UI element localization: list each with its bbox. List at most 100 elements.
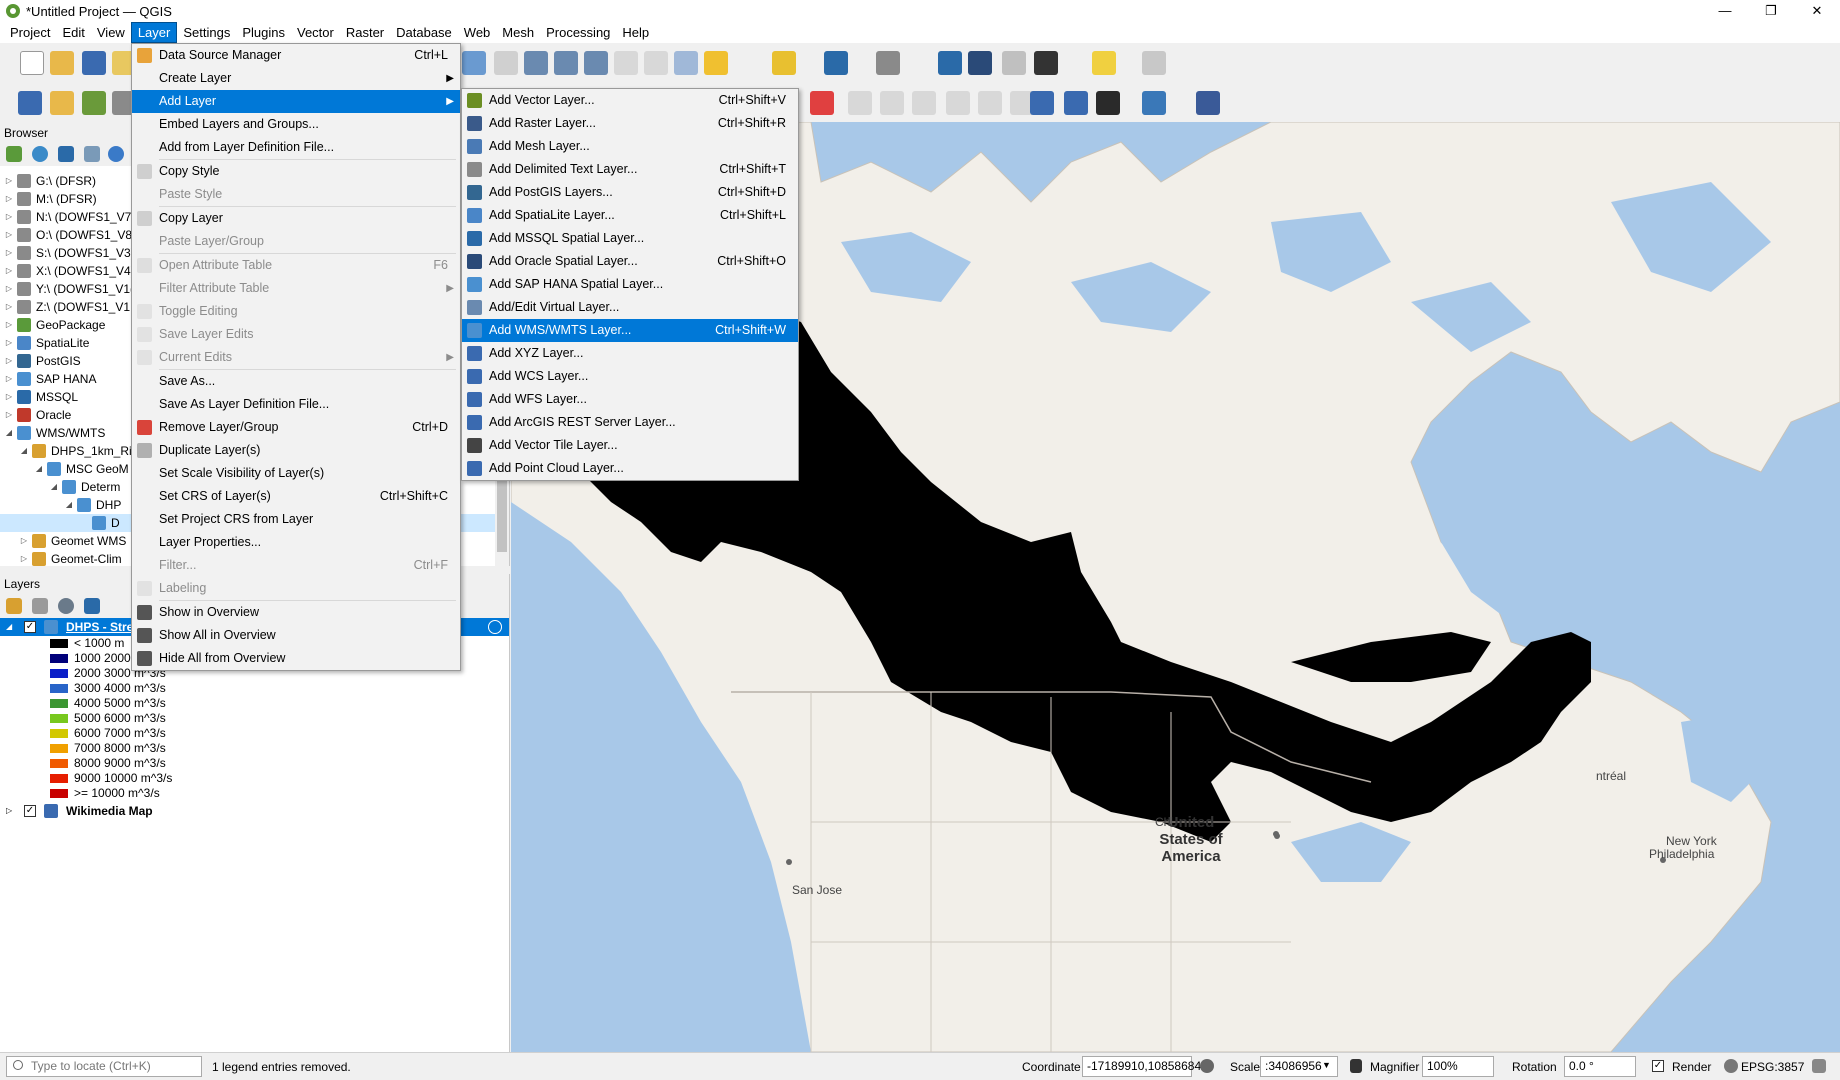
menu-vector[interactable]: Vector	[291, 23, 340, 42]
collapsed-arrow-icon[interactable]: ▷	[4, 280, 14, 298]
layer-visibility-checkbox[interactable]: ✓	[24, 621, 36, 633]
menu-edit[interactable]: Edit	[56, 23, 90, 42]
expanded-arrow-icon[interactable]: ◢	[4, 424, 14, 442]
menu-item-save-as-layer-definition-file[interactable]: Save As Layer Definition File...	[132, 393, 460, 416]
add-group-icon[interactable]	[32, 598, 48, 614]
collapsed-arrow-icon[interactable]: ▷	[4, 352, 14, 370]
menu-view[interactable]: View	[91, 23, 131, 42]
magnifier-field[interactable]: 100%	[1422, 1056, 1494, 1077]
measure-icon[interactable]	[1092, 51, 1116, 75]
digitize-icon[interactable]	[82, 91, 106, 115]
expanded-arrow-icon[interactable]: ◢	[19, 442, 29, 460]
collapse-all-icon[interactable]	[84, 146, 100, 162]
new-project-icon[interactable]	[20, 51, 44, 75]
deselect-icon[interactable]	[824, 51, 848, 75]
metasearch-icon[interactable]	[1096, 91, 1120, 115]
python-icon[interactable]	[1142, 91, 1166, 115]
locator-search[interactable]: Type to locate (Ctrl+K)	[6, 1056, 202, 1077]
collapsed-arrow-icon[interactable]: ▷	[19, 550, 29, 568]
submenu-item-add-wcs-layer[interactable]: Add WCS Layer...	[462, 365, 798, 388]
identify-icon[interactable]	[938, 51, 962, 75]
menu-plugins[interactable]: Plugins	[236, 23, 291, 42]
menu-item-layer-properties[interactable]: Layer Properties...	[132, 531, 460, 554]
coordinate-toggle-icon[interactable]	[1200, 1059, 1214, 1073]
menu-item-data-source-manager[interactable]: Data Source Manager Ctrl+L	[132, 44, 460, 67]
submenu-item-add-mesh-layer[interactable]: Add Mesh Layer...	[462, 135, 798, 158]
expanded-arrow-icon[interactable]: ◢	[34, 460, 44, 478]
filter-icon[interactable]	[58, 146, 74, 162]
menu-item-copy-style[interactable]: Copy Style	[132, 160, 460, 183]
collapsed-arrow-icon[interactable]: ▷	[4, 244, 14, 262]
refresh-icon[interactable]	[704, 51, 728, 75]
menu-web[interactable]: Web	[458, 23, 497, 42]
menu-item-copy-layer[interactable]: Copy Layer	[132, 207, 460, 230]
zoom-full-icon[interactable]	[494, 51, 518, 75]
label-move-icon[interactable]	[912, 91, 936, 115]
close-button[interactable]: ✕	[1794, 0, 1840, 22]
menu-item-set-scale-visibility-of-layer-s[interactable]: Set Scale Visibility of Layer(s)	[132, 462, 460, 485]
submenu-item-add-raster-layer[interactable]: Add Raster Layer... Ctrl+Shift+R	[462, 112, 798, 135]
menu-settings[interactable]: Settings	[177, 23, 236, 42]
collapsed-arrow-icon[interactable]: ▷	[4, 172, 14, 190]
menu-item-add-layer[interactable]: Add Layer ▶	[132, 90, 460, 113]
menu-item-remove-layer-group[interactable]: Remove Layer/Group Ctrl+D	[132, 416, 460, 439]
attribute-table-icon[interactable]	[968, 51, 992, 75]
temporal-clock-icon[interactable]	[488, 620, 502, 634]
collapsed-arrow-icon[interactable]: ▷	[4, 370, 14, 388]
eye-icon[interactable]	[58, 598, 74, 614]
zoom-layer-icon[interactable]	[584, 51, 608, 75]
info-icon[interactable]	[108, 146, 124, 162]
data-source-manager-icon[interactable]	[18, 91, 42, 115]
maximize-button[interactable]: ❐	[1748, 0, 1794, 22]
submenu-item-add-wfs-layer[interactable]: Add WFS Layer...	[462, 388, 798, 411]
pan-icon[interactable]	[462, 51, 486, 75]
submenu-item-add-xyz-layer[interactable]: Add XYZ Layer...	[462, 342, 798, 365]
collapsed-arrow-icon[interactable]: ▷	[6, 802, 12, 820]
label-pin-icon[interactable]	[848, 91, 872, 115]
messages-icon[interactable]	[1812, 1059, 1826, 1073]
menu-mesh[interactable]: Mesh	[496, 23, 540, 42]
menu-item-show-all-in-overview[interactable]: Show All in Overview	[132, 624, 460, 647]
menu-project[interactable]: Project	[4, 23, 56, 42]
bookmark-icon[interactable]	[614, 51, 638, 75]
menu-layer[interactable]: Layer	[130, 22, 178, 43]
submenu-item-add-vector-tile-layer[interactable]: Add Vector Tile Layer...	[462, 434, 798, 457]
menu-help[interactable]: Help	[616, 23, 655, 42]
submenu-item-add-spatialite-layer[interactable]: Add SpatiaLite Layer... Ctrl+Shift+L	[462, 204, 798, 227]
annotation-icon[interactable]	[1142, 51, 1166, 75]
time-icon[interactable]	[674, 51, 698, 75]
collapsed-arrow-icon[interactable]: ▷	[4, 208, 14, 226]
submenu-item-add-mssql-spatial-layer[interactable]: Add MSSQL Spatial Layer...	[462, 227, 798, 250]
scale-dropdown-icon[interactable]: ▼	[1322, 1060, 1331, 1070]
collapsed-arrow-icon[interactable]: ▷	[4, 298, 14, 316]
submenu-item-add-point-cloud-layer[interactable]: Add Point Cloud Layer...	[462, 457, 798, 480]
select-value-icon[interactable]	[876, 51, 900, 75]
help-icon[interactable]	[1196, 91, 1220, 115]
label-change-icon[interactable]	[978, 91, 1002, 115]
collapsed-arrow-icon[interactable]: ▷	[4, 262, 14, 280]
collapsed-arrow-icon[interactable]: ▷	[4, 406, 14, 424]
menu-processing[interactable]: Processing	[540, 23, 616, 42]
menu-item-embed-layers-and-groups[interactable]: Embed Layers and Groups...	[132, 113, 460, 136]
coordinate-field[interactable]: -17189910,10858684	[1082, 1056, 1201, 1077]
crs-label[interactable]: EPSG:3857	[1741, 1060, 1804, 1074]
menu-item-save-as[interactable]: Save As...	[132, 370, 460, 393]
menu-item-create-layer[interactable]: Create Layer ▶	[132, 67, 460, 90]
collapsed-arrow-icon[interactable]: ▷	[19, 532, 29, 550]
submenu-item-add-wms-wmts-layer[interactable]: Add WMS/WMTS Layer... Ctrl+Shift+W	[462, 319, 798, 342]
render-checkbox[interactable]: ✓	[1652, 1060, 1664, 1072]
submenu-item-add-vector-layer[interactable]: Add Vector Layer... Ctrl+Shift+V	[462, 89, 798, 112]
zoom-in-icon[interactable]	[524, 51, 548, 75]
submenu-item-add-arcgis-rest-server-layer[interactable]: Add ArcGIS REST Server Layer...	[462, 411, 798, 434]
open-project-icon[interactable]	[50, 51, 74, 75]
label-show-icon[interactable]	[880, 91, 904, 115]
menu-raster[interactable]: Raster	[340, 23, 390, 42]
collapsed-arrow-icon[interactable]: ▷	[4, 316, 14, 334]
submenu-item-add-edit-virtual-layer[interactable]: Add/Edit Virtual Layer...	[462, 296, 798, 319]
save-project-icon[interactable]	[82, 51, 106, 75]
label-icon[interactable]	[810, 91, 834, 115]
collapsed-arrow-icon[interactable]: ▷	[4, 388, 14, 406]
submenu-item-add-sap-hana-spatial-layer[interactable]: Add SAP HANA Spatial Layer...	[462, 273, 798, 296]
bookmarks-icon[interactable]	[644, 51, 668, 75]
collapsed-arrow-icon[interactable]: ▷	[4, 334, 14, 352]
